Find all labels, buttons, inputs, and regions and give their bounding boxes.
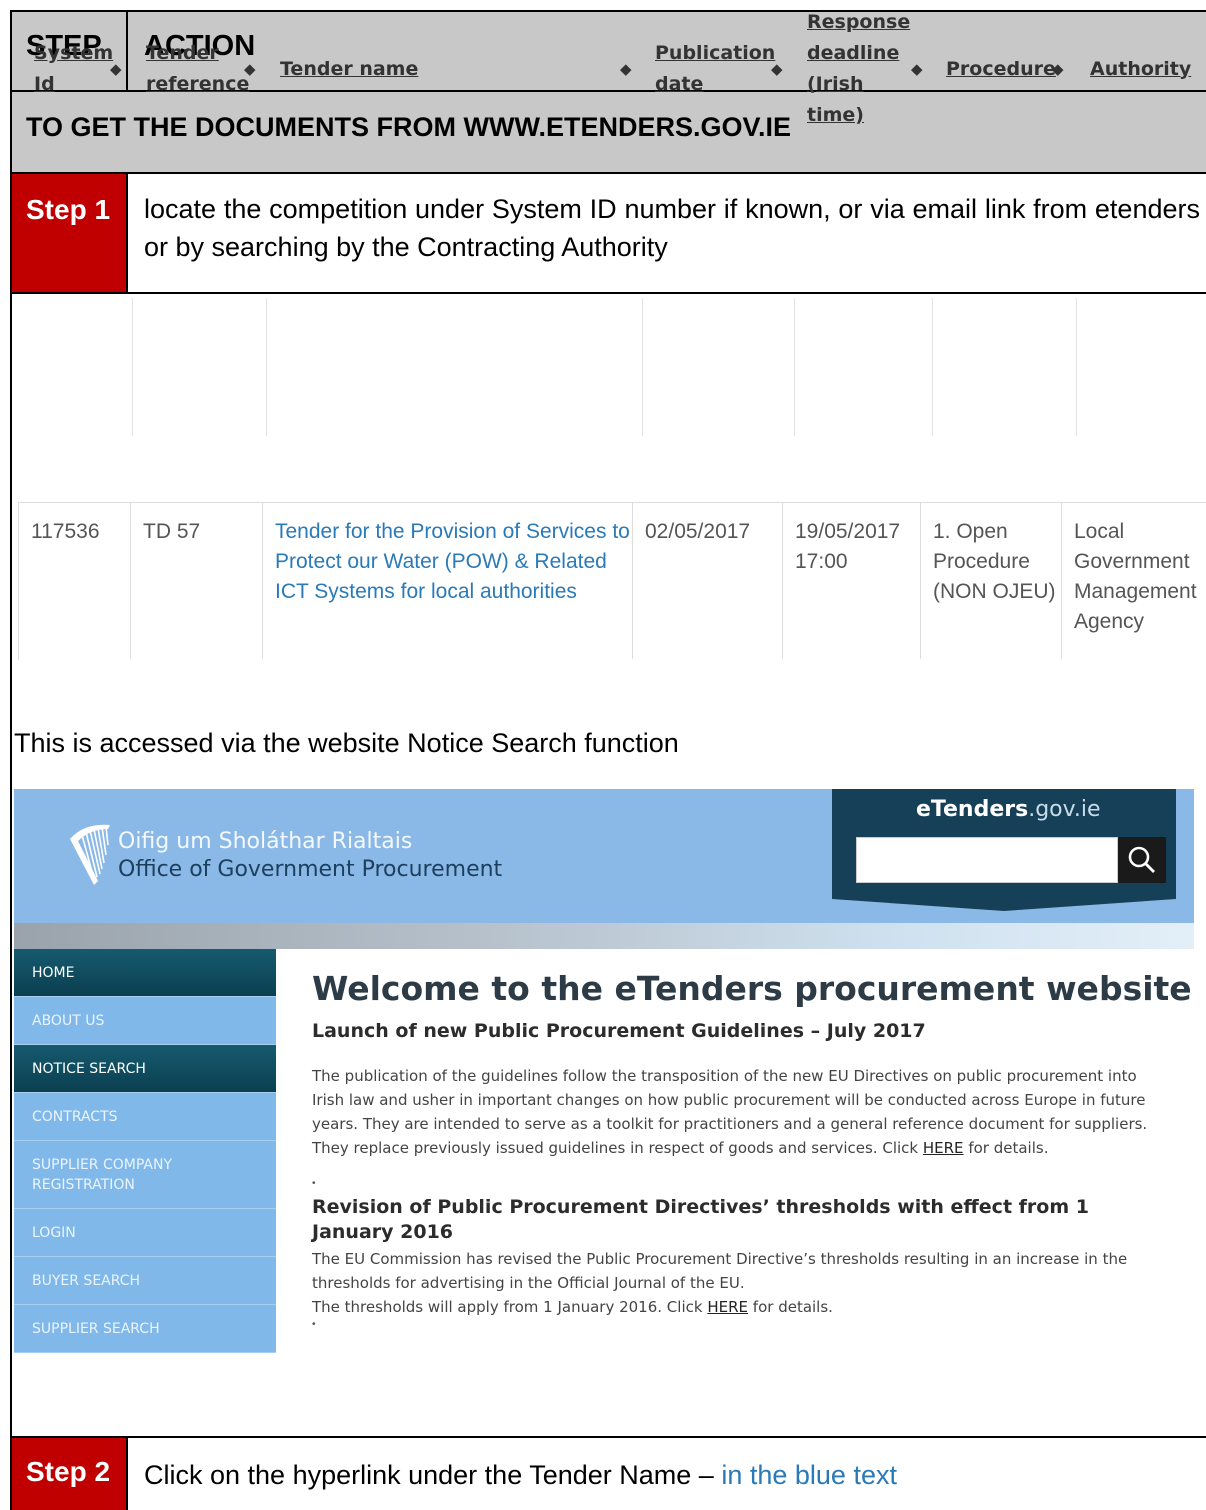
col-publication-date[interactable]: Publication date ◆ [655,0,787,138]
news2-here-link[interactable]: HERE [707,1298,748,1316]
welcome-heading: Welcome to the eTenders procurement webs… [312,969,1192,1008]
news1-here-link[interactable]: HERE [923,1139,964,1157]
cell-deadline: 19/05/2017 17:00 [783,503,921,659]
nav-contracts[interactable]: CONTRACTS [14,1093,276,1141]
etenders-website: Oifig um Sholáthar Rialtais Office of Go… [14,789,1194,1359]
search-input[interactable] [856,837,1118,883]
cell-reference: TD 57 [131,503,263,659]
tender-name-link[interactable]: Tender for the Provision of Services to … [263,503,633,659]
search-button[interactable] [1118,837,1166,883]
access-description: This is accessed via the website Notice … [14,728,679,758]
column-divider [132,298,133,436]
nav-about-us[interactable]: ABOUT US [14,997,276,1045]
cell-procedure: 1. Open Procedure (NON OJEU) [921,503,1062,659]
step-1-row: Step 1 locate the competition under Syst… [12,174,1206,294]
step-2-text: Click on the hyperlink under the Tender … [130,1438,1200,1494]
table-row: 117536 TD 57 Tender for the Provision of… [18,502,1206,660]
nav-buyer-search[interactable]: BUYER SEARCH [14,1257,276,1305]
sort-icon[interactable]: ◆ [620,54,632,85]
news1-body: The publication of the guidelines follow… [312,1067,1148,1157]
col-procedure[interactable]: Procedure ◆ [946,0,1070,138]
news2-body-2: The thresholds will apply from 1 January… [312,1298,833,1316]
bullet: • [312,1319,316,1330]
nav-login[interactable]: LOGIN [14,1209,276,1257]
cell-system-id: 117536 [19,503,131,659]
org-name-irish: Oifig um Sholáthar Rialtais [118,829,413,854]
news1-title: Launch of new Public Procurement Guideli… [312,1020,926,1042]
harp-icon [70,824,110,885]
gradient-bar [14,923,1194,949]
sort-icon[interactable]: ◆ [1052,54,1064,85]
nav-home[interactable]: HOME [14,949,276,997]
news2-body: The EU Commission has revised the Public… [312,1250,1128,1292]
column-divider [642,298,643,436]
deadline-time: 17:00 [795,550,848,573]
step-1-text: locate the competition under System ID n… [144,194,1200,262]
step-1-label: Step 1 [12,174,128,292]
nav-notice-search[interactable]: NOTICE SEARCH [14,1045,276,1093]
step-2-row: Step 2 Click on the hyperlink under the … [12,1436,1206,1510]
column-divider [1076,298,1077,436]
col-authority[interactable]: Authority [1090,0,1200,138]
sort-icon[interactable]: ◆ [244,54,256,85]
cell-authority: Local Government Management Agency [1074,520,1197,633]
col-response-deadline[interactable]: Response deadline (Irish time) ◆ [807,0,925,138]
nav-supplier-registration[interactable]: SUPPLIER COMPANY REGISTRATION [14,1141,276,1209]
etenders-header-tail [832,899,1176,911]
col-tender-name[interactable]: Tender name ◆ [280,0,634,138]
deadline-date: 19/05/2017 [795,520,901,543]
org-name-english: Office of Government Procurement [118,857,503,882]
column-divider [266,298,267,436]
step-2-blue-text: in the blue text [721,1460,897,1490]
etenders-logo[interactable]: eTenders.gov.ie [916,797,1101,822]
col-tender-reference[interactable]: Tender reference ◆ [146,0,262,138]
sort-icon[interactable]: ◆ [110,54,122,85]
sort-icon[interactable]: ◆ [911,54,923,85]
step-2-instruction: Click on the hyperlink under the Tender … [144,1460,714,1490]
news2-title: Revision of Public Procurement Directive… [312,1196,1089,1243]
site-content: Welcome to the eTenders procurement webs… [312,969,1192,1330]
bullet: • [312,1178,316,1189]
sort-icon[interactable]: ◆ [771,54,783,85]
search-icon [1128,846,1155,873]
side-nav: HOME ABOUT US NOTICE SEARCH CONTRACTS SU… [14,949,276,1353]
column-divider [794,298,795,436]
step-2-label: Step 2 [12,1438,128,1510]
column-divider [932,298,933,436]
col-system-id[interactable]: System Id ◆ [34,0,124,138]
cell-publication-date: 02/05/2017 [633,503,783,659]
nav-supplier-search[interactable]: SUPPLIER SEARCH [14,1305,276,1353]
